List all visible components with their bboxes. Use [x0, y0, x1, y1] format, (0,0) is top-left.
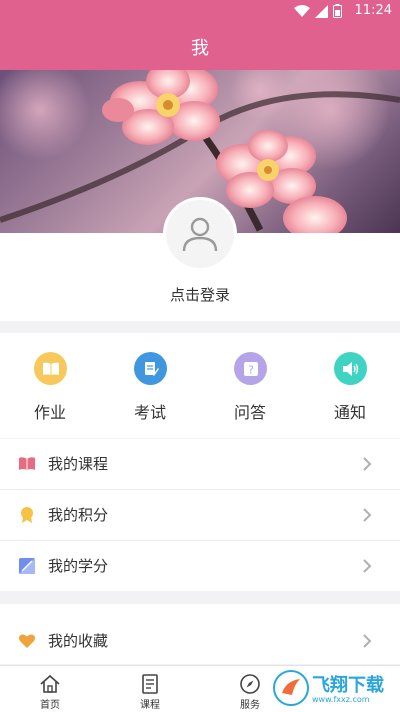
- course-icon: [142, 674, 158, 694]
- speaker-icon: [334, 352, 367, 385]
- chevron-right-icon: [363, 508, 372, 522]
- book-icon: [34, 352, 67, 385]
- chevron-right-icon: [363, 559, 372, 573]
- quick-action-notice[interactable]: 通知: [300, 333, 400, 438]
- menu-label: 我的学分: [48, 557, 109, 575]
- menu-label: 我的课程: [48, 455, 109, 473]
- quick-action-label: 问答: [233, 403, 266, 422]
- question-icon: ?: [234, 352, 267, 385]
- tab-label: 首页: [40, 700, 60, 711]
- status-time: 11:24: [354, 3, 392, 18]
- page-title: 我: [191, 38, 209, 59]
- watermark-logo-icon: [273, 670, 309, 706]
- quick-actions: 作业 考试 ? 问答 通知: [0, 333, 400, 438]
- quick-action-label: 作业: [33, 403, 66, 422]
- menu-label: 我的收藏: [48, 632, 109, 650]
- battery-icon: [333, 4, 342, 18]
- title-bar: 我: [0, 22, 400, 70]
- credit-icon: [19, 558, 35, 574]
- user-icon: [182, 217, 218, 252]
- watermark-text: 飞翔下载: [312, 675, 384, 696]
- svg-text:?: ?: [248, 363, 254, 376]
- menu-item-courses[interactable]: 我的课程: [0, 439, 400, 489]
- login-link[interactable]: 点击登录: [0, 284, 400, 305]
- chevron-right-icon: [363, 457, 372, 471]
- menu-item-points[interactable]: 我的积分: [0, 490, 400, 540]
- tab-label: 课程: [140, 700, 160, 711]
- wifi-icon: [294, 4, 310, 17]
- quick-action-qa[interactable]: ? 问答: [200, 333, 300, 438]
- compass-icon: [240, 674, 260, 694]
- status-bar: 11:24: [0, 0, 400, 22]
- tab-course[interactable]: 课程: [100, 666, 200, 712]
- quick-action-label: 考试: [133, 403, 166, 422]
- chevron-right-icon: [363, 634, 372, 648]
- heart-icon: [19, 634, 35, 648]
- quick-action-homework[interactable]: 作业: [0, 333, 100, 438]
- tab-home[interactable]: 首页: [0, 666, 100, 712]
- watermark: 飞翔下载 www.fxxz.com: [270, 665, 400, 712]
- medal-icon: [21, 507, 33, 523]
- avatar[interactable]: [163, 197, 237, 271]
- book-icon: [19, 457, 35, 470]
- menu-label: 我的积分: [48, 506, 109, 524]
- quick-action-exam[interactable]: 考试: [100, 333, 200, 438]
- watermark-url: www.fxxz.com: [312, 695, 370, 704]
- menu-item-credits[interactable]: 我的学分: [0, 541, 400, 591]
- home-icon: [40, 674, 60, 693]
- signal-icon: [315, 4, 328, 18]
- quick-action-label: 通知: [333, 403, 366, 422]
- menu-item-favorites[interactable]: 我的收藏: [0, 604, 400, 664]
- exam-icon: [134, 352, 167, 385]
